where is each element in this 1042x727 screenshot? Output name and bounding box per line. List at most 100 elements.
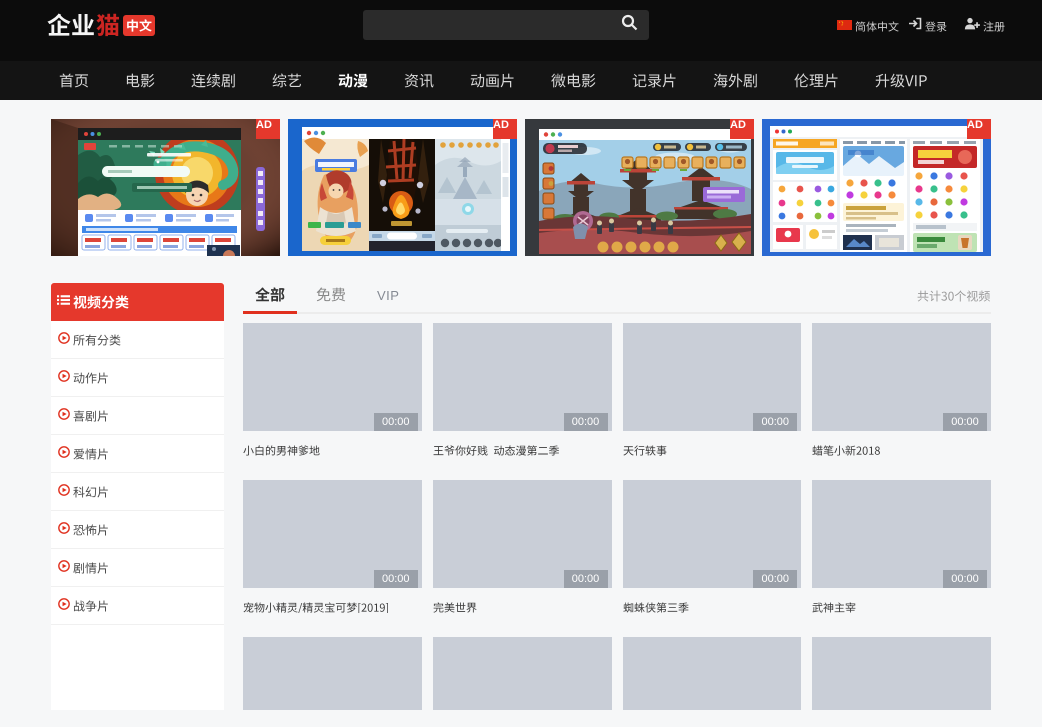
video-total-count xyxy=(917,290,990,302)
play-circle-icon xyxy=(58,331,70,349)
video-card-partial-4[interactable]: 00:00 xyxy=(812,637,991,710)
ad-label: AD xyxy=(967,119,991,139)
video-thumbnail: 00:00 xyxy=(812,480,991,588)
tab-free[interactable] xyxy=(304,283,358,312)
sidebar-item-comedy[interactable] xyxy=(51,397,224,435)
nav-item-anime[interactable] xyxy=(320,73,386,88)
video-card-wangye[interactable]: 00:00 xyxy=(433,323,612,458)
video-card-wushen[interactable]: 00:00 xyxy=(812,480,991,615)
ad-banner-4[interactable]: AD xyxy=(762,119,991,256)
search-box xyxy=(363,10,649,40)
category-sidebar xyxy=(51,283,224,710)
play-circle-icon xyxy=(58,445,70,463)
sidebar-item-horror[interactable] xyxy=(51,511,224,549)
sidebar-item-action[interactable] xyxy=(51,359,224,397)
video-title xyxy=(433,599,612,615)
user-plus-icon xyxy=(964,17,980,35)
search-icon xyxy=(621,14,638,36)
main-nav xyxy=(0,61,1042,100)
ad-banner-4-art xyxy=(762,119,991,256)
search-button[interactable] xyxy=(609,10,649,40)
duration-badge: 00:00 xyxy=(564,413,608,431)
china-flag-icon xyxy=(837,17,852,35)
site-logo[interactable] xyxy=(47,13,155,37)
sidebar-item-drama[interactable] xyxy=(51,549,224,587)
video-card-partial-2[interactable]: 00:00 xyxy=(433,637,612,710)
nav-item-series[interactable] xyxy=(173,73,254,88)
video-thumbnail: 00:00 xyxy=(243,480,422,588)
list-icon xyxy=(57,293,70,311)
video-thumbnail: 00:00 xyxy=(623,323,802,431)
video-card-partial-1[interactable]: 00:00 xyxy=(243,637,422,710)
video-card-chongwu[interactable]: 00:00 xyxy=(243,480,422,615)
duration-badge: 00:00 xyxy=(564,570,608,588)
video-title xyxy=(812,599,991,615)
logo-text-red xyxy=(96,13,120,37)
sidebar-item-war[interactable] xyxy=(51,587,224,625)
ad-banner-1[interactable]: AD xyxy=(51,119,280,256)
video-title xyxy=(243,599,422,615)
play-circle-icon xyxy=(58,521,70,539)
video-card-partial-3[interactable]: 00:00 xyxy=(623,637,802,710)
video-card-wanmei[interactable]: 00:00 xyxy=(433,480,612,615)
play-circle-icon xyxy=(58,407,70,425)
ad-banner-3-art xyxy=(525,119,754,256)
video-title xyxy=(623,442,802,458)
nav-item-micro-movie[interactable] xyxy=(533,73,614,88)
duration-badge: 00:00 xyxy=(943,570,987,588)
video-grid: 00:00 00:00 00:00 00:00 00:00 00:00 00:0… xyxy=(243,323,991,710)
sign-in-icon xyxy=(908,17,922,35)
video-thumbnail: 00:00 xyxy=(623,480,802,588)
duration-badge: 00:00 xyxy=(753,413,797,431)
nav-item-variety[interactable] xyxy=(254,73,320,88)
register-link[interactable] xyxy=(964,17,1005,35)
ad-banner-3[interactable]: AD xyxy=(525,119,754,256)
video-title xyxy=(623,599,802,615)
logo-lang-badge xyxy=(123,15,155,36)
sidebar-item-scifi[interactable] xyxy=(51,473,224,511)
tab-vip[interactable]: VIP xyxy=(365,283,411,312)
video-title xyxy=(433,442,612,458)
video-thumbnail: 00:00 xyxy=(623,637,802,710)
ad-banner-row: AD AD AD AD xyxy=(51,100,991,256)
nav-item-vip-upgrade[interactable] xyxy=(857,73,946,88)
duration-badge: 00:00 xyxy=(943,413,987,431)
duration-badge: 00:00 xyxy=(374,413,418,431)
video-thumbnail: 00:00 xyxy=(433,480,612,588)
video-list-panel: VIP 00:00 00:00 00:00 00:00 00:00 00:00 … xyxy=(243,283,991,710)
login-link[interactable] xyxy=(908,17,947,35)
sidebar-item-all[interactable] xyxy=(51,321,224,359)
language-switch[interactable] xyxy=(837,17,899,35)
duration-badge: 00:00 xyxy=(374,570,418,588)
video-card-xiaobai[interactable]: 00:00 xyxy=(243,323,422,458)
tab-all[interactable] xyxy=(243,283,297,312)
nav-item-cartoon[interactable] xyxy=(452,73,533,88)
video-thumbnail: 00:00 xyxy=(243,323,422,431)
video-card-tianxing[interactable]: 00:00 xyxy=(623,323,802,458)
video-title xyxy=(812,442,991,458)
video-title xyxy=(243,442,422,458)
sidebar-item-romance[interactable] xyxy=(51,435,224,473)
ad-banner-2-art xyxy=(288,119,517,256)
nav-item-overseas[interactable] xyxy=(695,73,776,88)
play-circle-icon xyxy=(58,483,70,501)
ad-banner-1-art xyxy=(51,119,280,256)
search-input[interactable] xyxy=(363,10,609,40)
nav-item-home[interactable] xyxy=(41,73,107,88)
nav-item-news[interactable] xyxy=(386,73,452,88)
nav-item-ethics[interactable] xyxy=(776,73,857,88)
video-thumbnail: 00:00 xyxy=(433,323,612,431)
header-user-links xyxy=(825,0,1005,52)
video-thumbnail: 00:00 xyxy=(812,323,991,431)
ad-label: AD xyxy=(493,119,517,139)
video-thumbnail: 00:00 xyxy=(812,637,991,710)
ad-banner-2[interactable]: AD xyxy=(288,119,517,256)
video-card-zhizhu[interactable]: 00:00 xyxy=(623,480,802,615)
play-circle-icon xyxy=(58,559,70,577)
nav-item-documentary[interactable] xyxy=(614,73,695,88)
play-circle-icon xyxy=(58,597,70,615)
nav-item-movies[interactable] xyxy=(107,73,173,88)
video-card-labi[interactable]: 00:00 xyxy=(812,323,991,458)
ad-label: AD xyxy=(730,119,754,139)
page-content: VIP 00:00 00:00 00:00 00:00 00:00 00:00 … xyxy=(51,283,991,710)
